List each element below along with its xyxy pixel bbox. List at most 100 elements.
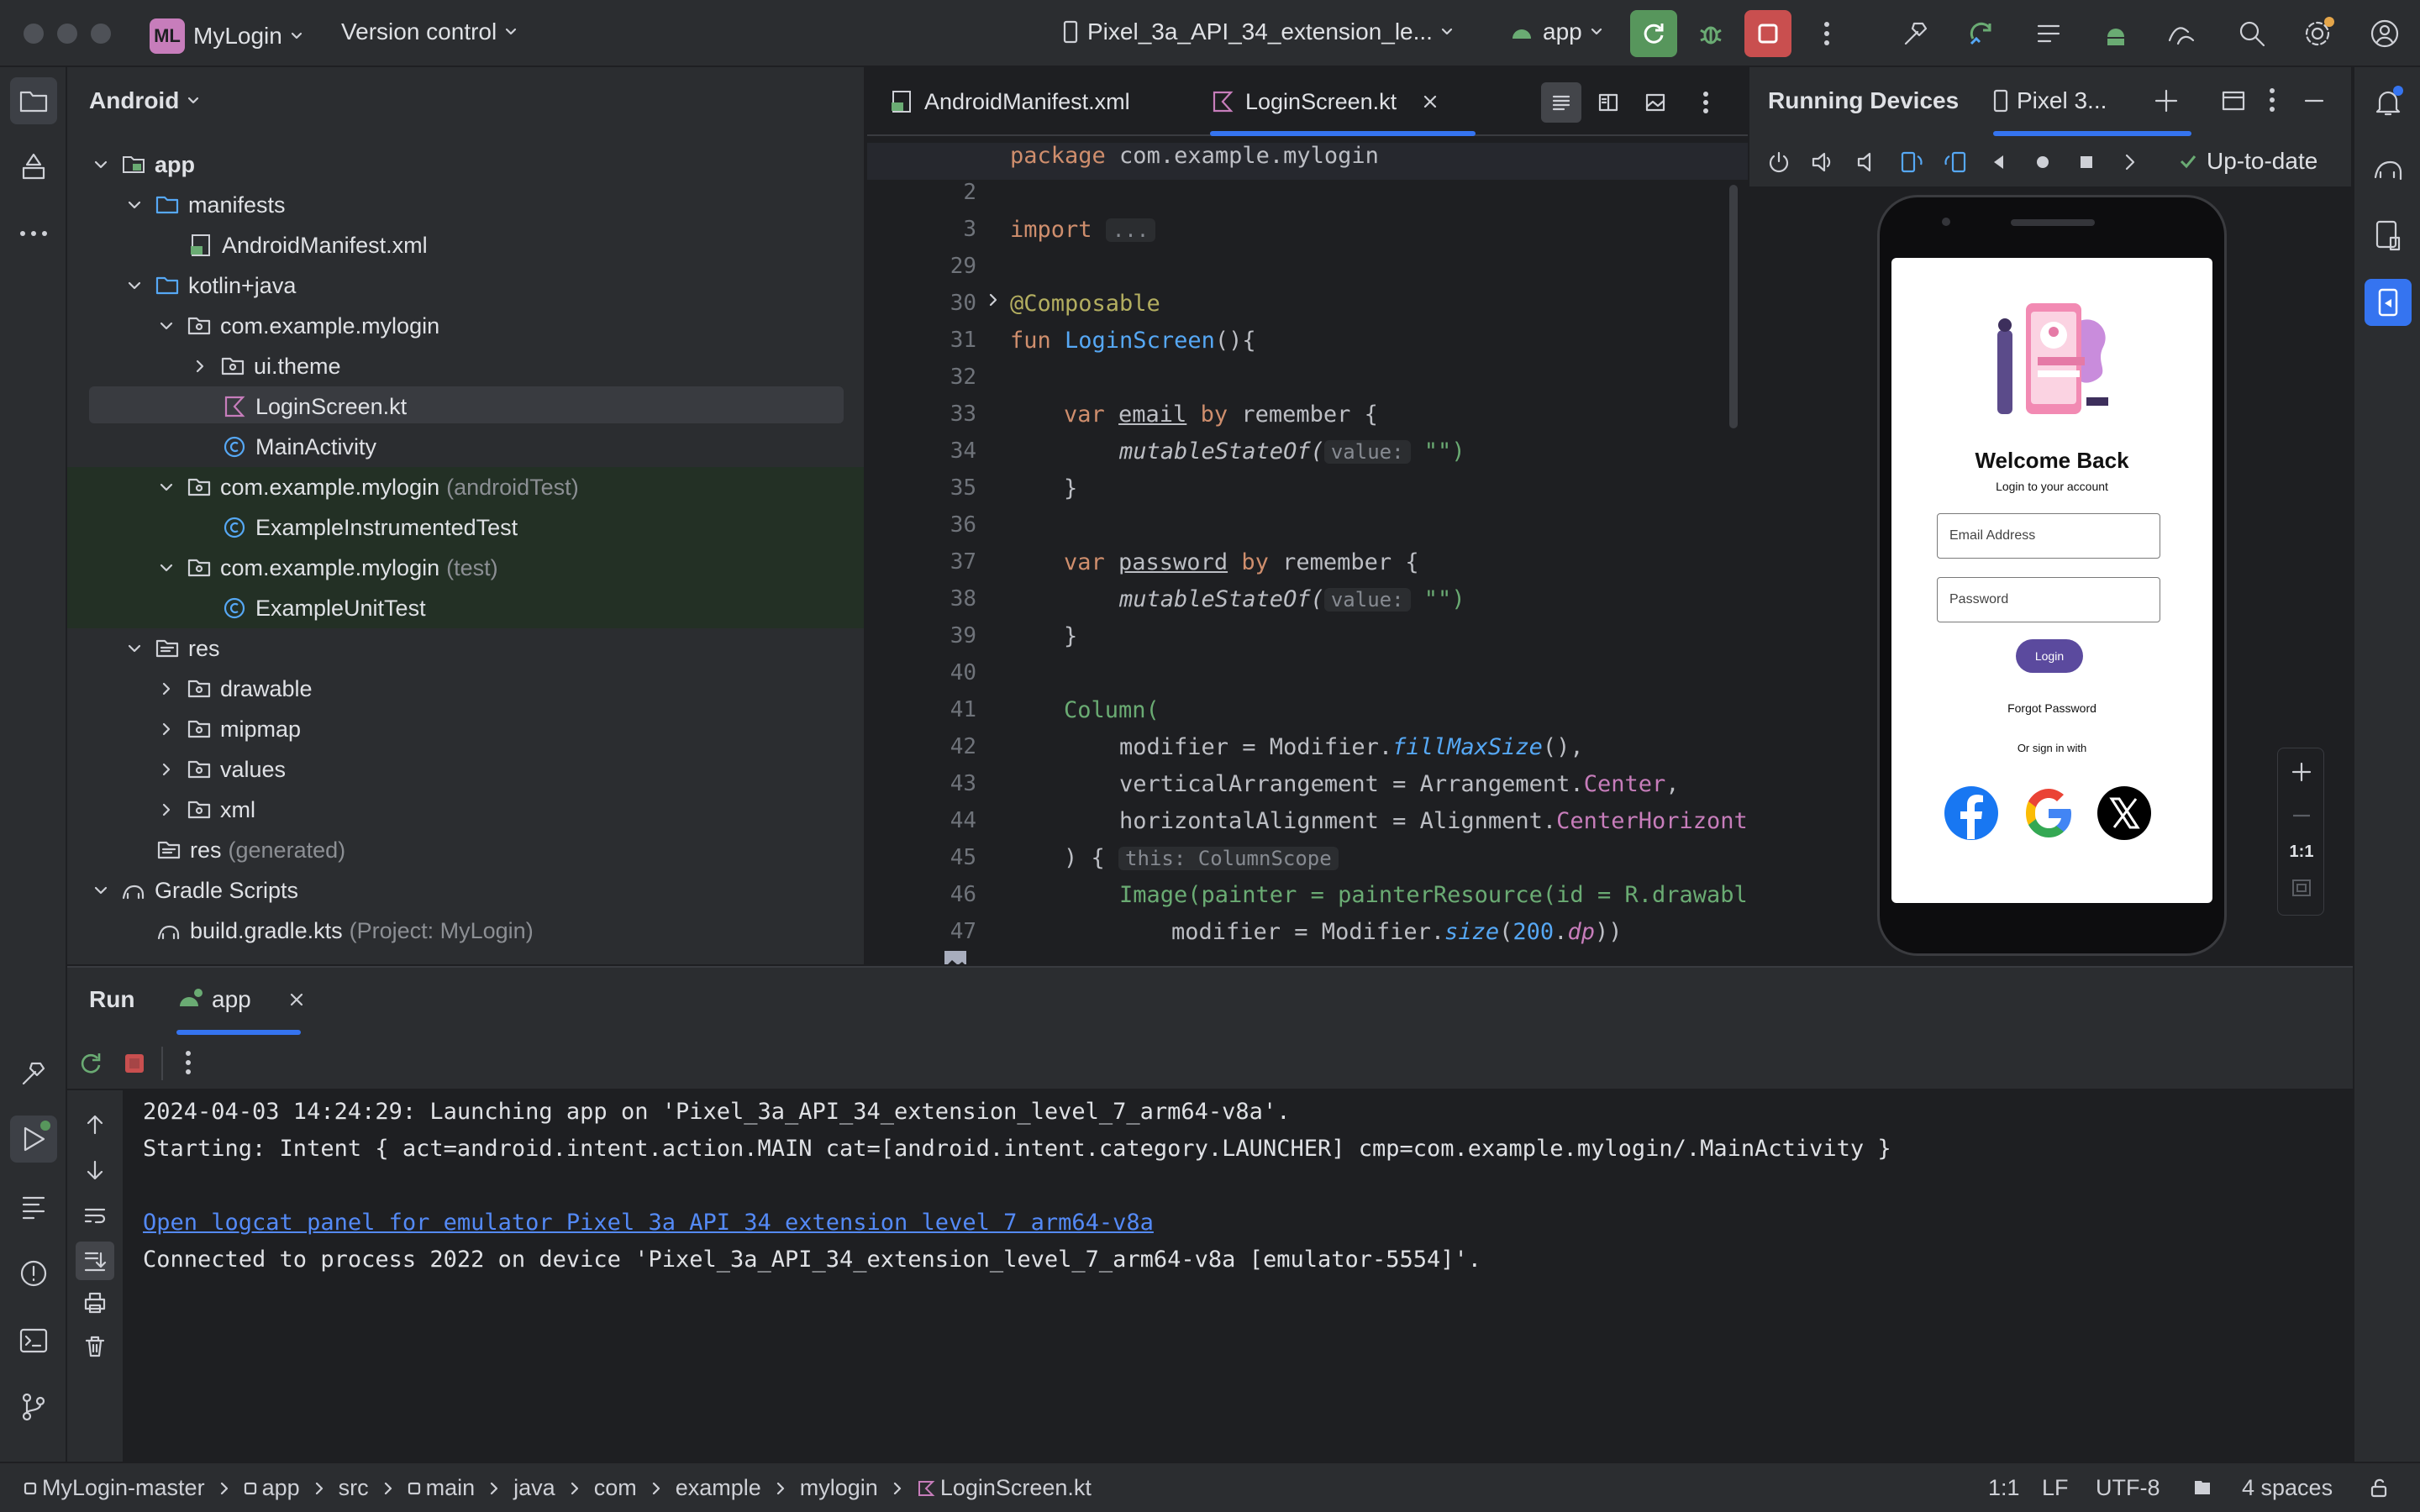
code-line-42[interactable]: modifier = Modifier.fillMaxSize(), (1119, 734, 1584, 760)
line-separator[interactable]: LF (2042, 1475, 2069, 1501)
terminal-tool-button[interactable] (10, 1317, 57, 1364)
gradle-tool-button[interactable] (2365, 144, 2412, 192)
project-tool-button[interactable] (10, 77, 57, 124)
forgot-password-link[interactable]: Forgot Password (1891, 701, 2212, 715)
tree-item-values[interactable]: values (67, 749, 864, 790)
code-line-31[interactable]: fun LoginScreen(){ (1010, 328, 1256, 354)
search-button[interactable] (2228, 10, 2275, 57)
open-logcat-link[interactable]: Open logcat panel for emulator Pixel 3a … (143, 1210, 1154, 1236)
tree-item-res[interactable]: res (67, 628, 864, 669)
sdk-manager-button[interactable] (2025, 10, 2072, 57)
code-line-3[interactable]: import ... (1010, 217, 1156, 243)
run-tool-button[interactable] (10, 1116, 57, 1163)
code-line-39[interactable]: } (1064, 623, 1077, 649)
overview-icon[interactable] (2075, 151, 2097, 173)
tree-item-manifests[interactable]: manifests (67, 185, 864, 225)
rotate-left-icon[interactable] (1897, 148, 1926, 176)
login-button[interactable]: Login (2016, 639, 2083, 673)
tree-item-package[interactable]: com.example.mylogin (67, 306, 864, 346)
code-view-button[interactable] (1541, 82, 1581, 123)
tree-item-mainactivity[interactable]: MainActivity (67, 427, 864, 467)
more-tools-button[interactable] (10, 210, 57, 257)
editor-scrollbar[interactable] (1729, 185, 1738, 428)
breadcrumb-item[interactable]: LoginScreen.kt (940, 1475, 1092, 1501)
run-config-selector[interactable]: app (1509, 18, 1602, 45)
more-vertical-icon[interactable] (185, 1050, 192, 1075)
folded-imports[interactable]: ... (1105, 218, 1156, 242)
code-line-33[interactable]: var email by remember { (1064, 402, 1378, 428)
code-line-41[interactable]: Column( (1064, 697, 1160, 723)
volume-down-icon[interactable] (1854, 150, 1879, 175)
tree-item-ui-theme[interactable]: ui.theme (67, 346, 864, 386)
breadcrumb-item[interactable]: main (426, 1475, 476, 1501)
minimize-window-button[interactable] (57, 24, 77, 44)
code-line-34[interactable]: mutableStateOf(value: "") (1119, 438, 1465, 465)
stop-icon[interactable] (123, 1052, 146, 1075)
breadcrumb-item[interactable]: MyLogin-master (42, 1475, 205, 1501)
power-icon[interactable] (1766, 150, 1791, 175)
zoom-window-button[interactable] (91, 24, 111, 44)
zoom-out-icon[interactable] (2290, 804, 2313, 827)
unlock-icon[interactable] (2368, 1477, 2390, 1499)
split-view-button[interactable] (1588, 82, 1628, 123)
code-line-45[interactable]: ) { this: ColumnScope (1064, 845, 1339, 871)
project-selector[interactable]: ML MyLogin (150, 18, 302, 54)
print-icon[interactable] (82, 1290, 108, 1315)
code-line-43[interactable]: verticalArrangement = Arrangement.Center… (1119, 771, 1680, 797)
device-selector[interactable]: Pixel_3a_API_34_extension_le... (1062, 18, 1453, 45)
settings-button[interactable] (2294, 10, 2341, 57)
tree-item-loginscreen[interactable]: LoginScreen.kt (67, 386, 864, 427)
zoom-in-icon[interactable] (2290, 760, 2313, 784)
rotate-right-icon[interactable] (1941, 148, 1970, 176)
window-layout-icon[interactable] (2220, 87, 2247, 114)
tab-androidmanifest[interactable]: AndroidManifest.xml (889, 67, 1130, 136)
readonly-toggle-icon[interactable] (2191, 1477, 2213, 1499)
arrow-up-icon[interactable] (82, 1112, 108, 1137)
fold-chevron-icon[interactable] (986, 292, 1000, 307)
running-devices-tool-button[interactable] (2365, 279, 2412, 326)
breadcrumb-item[interactable]: src (339, 1475, 369, 1501)
tree-item-test-package[interactable]: com.example.mylogin (test) (67, 548, 864, 588)
close-tab-icon[interactable] (288, 991, 305, 1008)
sync-gradle-button[interactable] (1958, 10, 2005, 57)
arrow-down-icon[interactable] (82, 1158, 108, 1183)
stop-button[interactable] (1744, 10, 1791, 57)
tree-item-build-gradle[interactable]: build.gradle.kts (Project: MyLogin) (67, 911, 864, 951)
fit-screen-icon[interactable] (2290, 876, 2313, 900)
tree-item-xml[interactable]: xml (67, 790, 864, 830)
facebook-icon[interactable] (1944, 785, 1999, 841)
code-line-47[interactable]: modifier = Modifier.size(200.dp)) (1171, 919, 1622, 945)
rerun-icon[interactable] (77, 1050, 104, 1077)
file-encoding[interactable]: UTF-8 (2096, 1475, 2160, 1501)
code-line-46[interactable]: Image(painter = painterResource(id = R.d… (1119, 882, 1748, 908)
logcat-tool-button[interactable] (10, 1183, 57, 1230)
code-line-30[interactable]: @Composable (1010, 291, 1160, 317)
tree-item-androidmanifest[interactable]: AndroidManifest.xml (67, 225, 864, 265)
code-line-38[interactable]: mutableStateOf(value: "") (1119, 586, 1465, 612)
tree-item-gradle-scripts[interactable]: Gradle Scripts (67, 870, 864, 911)
problems-tool-button[interactable] (10, 1250, 57, 1297)
tree-item-drawable[interactable]: drawable (67, 669, 864, 709)
back-icon[interactable] (1988, 151, 2010, 173)
project-view-selector[interactable]: Android (89, 87, 199, 114)
tree-item-mipmap[interactable]: mipmap (67, 709, 864, 749)
chevron-right-icon[interactable] (2119, 151, 2141, 173)
trash-icon[interactable] (82, 1334, 108, 1359)
git-tool-button[interactable] (10, 1383, 57, 1430)
tree-item-unit-test[interactable]: ExampleUnitTest (67, 588, 864, 628)
breadcrumb-item[interactable]: com (594, 1475, 637, 1501)
version-control-menu[interactable]: Version control (341, 18, 517, 45)
tab-loginscreen[interactable]: LoginScreen.kt (1210, 67, 1439, 136)
notifications-button[interactable] (2365, 79, 2412, 126)
breadcrumb-item[interactable]: example (676, 1475, 761, 1501)
scroll-to-end-toggle[interactable] (76, 1242, 114, 1280)
device-manager-tool-button[interactable] (2365, 212, 2412, 259)
breadcrumb-item[interactable]: app (262, 1475, 300, 1501)
close-tab-icon[interactable] (1422, 93, 1439, 110)
tab-pixel-device[interactable]: Pixel 3... (1993, 87, 2107, 114)
apply-changes-button[interactable] (1630, 10, 1677, 57)
close-window-button[interactable] (24, 24, 44, 44)
x-twitter-icon[interactable] (2096, 785, 2152, 841)
email-field[interactable]: Email Address (1937, 513, 2160, 559)
breadcrumb-item[interactable]: java (513, 1475, 555, 1501)
